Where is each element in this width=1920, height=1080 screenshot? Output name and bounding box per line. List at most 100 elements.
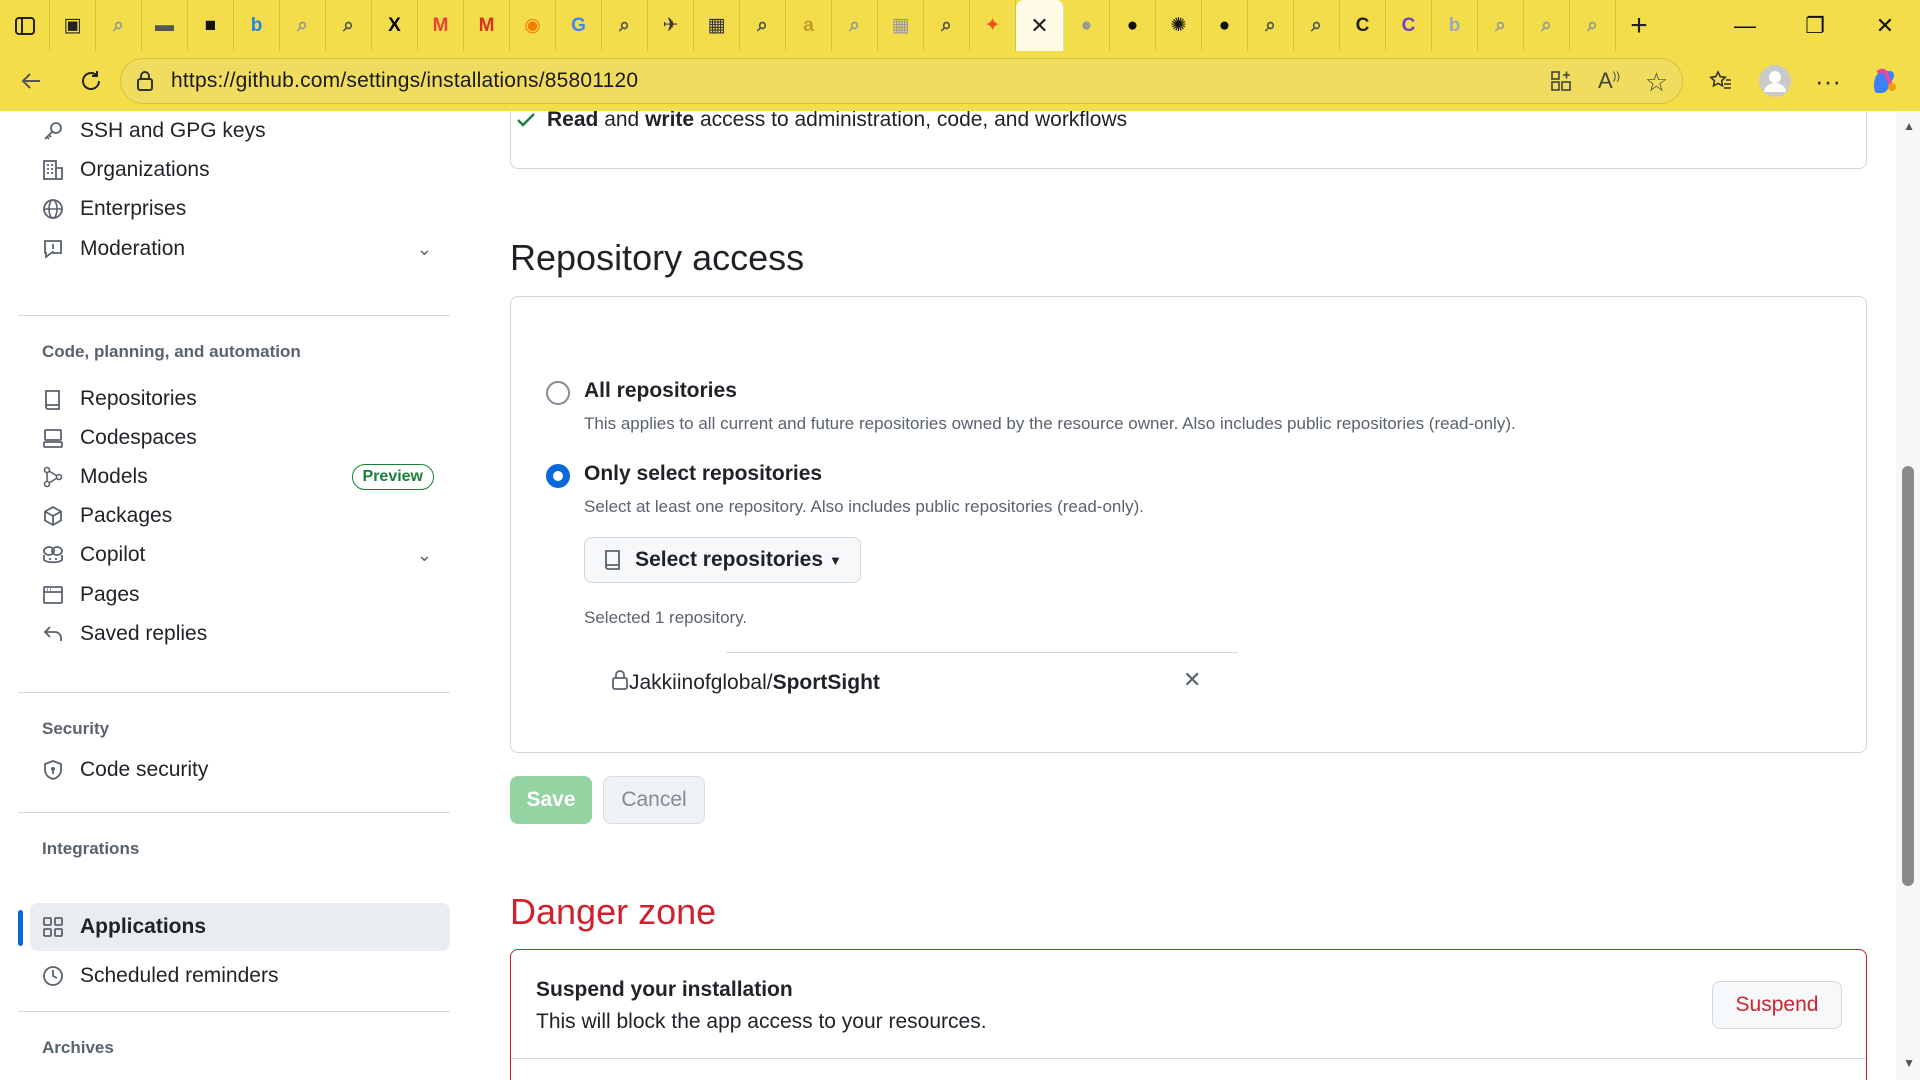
sidebar-item-packages[interactable]: Packages: [40, 494, 460, 538]
only-select-radio[interactable]: [546, 464, 570, 488]
section-heading-code: Code, planning, and automation: [42, 342, 301, 361]
key-icon: [40, 118, 66, 144]
sidebar-item-enterprises[interactable]: Enterprises: [40, 187, 460, 231]
copilot-sidebar-icon[interactable]: [1862, 59, 1906, 103]
divider: [511, 1058, 1866, 1059]
url-field[interactable]: https://github.com/settings/installation…: [120, 58, 1683, 104]
new-tab-button[interactable]: +: [1616, 0, 1662, 51]
sidebar-item-codespaces[interactable]: Codespaces: [40, 416, 460, 460]
browser-tab[interactable]: ■: [188, 0, 234, 51]
browser-tab[interactable]: b: [234, 0, 280, 51]
browser-tab[interactable]: ●: [1110, 0, 1156, 51]
browser-tab[interactable]: ⌕: [924, 0, 970, 51]
favorites-icon[interactable]: [1698, 59, 1742, 103]
browser-tab[interactable]: ●: [1064, 0, 1110, 51]
apps-icon[interactable]: [1550, 70, 1572, 97]
clock-icon: [40, 963, 66, 989]
lock-icon[interactable]: [135, 70, 155, 97]
sidebar-item-applications[interactable]: Applications: [30, 903, 450, 951]
copilot-app-icon: C: [1355, 14, 1370, 36]
browser-tab[interactable]: G: [556, 0, 602, 51]
sidebar-item-saved-replies[interactable]: Saved replies: [40, 612, 460, 656]
browser-tab[interactable]: C: [1386, 0, 1432, 51]
refresh-button[interactable]: [68, 58, 114, 104]
browser-tab[interactable]: ✺: [1156, 0, 1202, 51]
browser-tab[interactable]: ▣: [50, 0, 96, 51]
sidebar-item-repositories[interactable]: Repositories: [40, 377, 460, 421]
codespaces-icon: [40, 425, 66, 451]
permission-rest: access to administration, code, and work…: [699, 111, 1128, 131]
browser-tab[interactable]: ⌕: [602, 0, 648, 51]
browser-tab[interactable]: b: [1432, 0, 1478, 51]
sidebar-item-copilot[interactable]: Copilot ⌄: [40, 533, 460, 577]
close-window-button[interactable]: ✕: [1850, 0, 1920, 51]
browser-tab[interactable]: ⌕: [1294, 0, 1340, 51]
scrollbar-thumb[interactable]: [1902, 466, 1914, 886]
browser-tab[interactable]: ⌕: [1570, 0, 1616, 51]
sidebar-item-label: Repositories: [80, 387, 197, 410]
settings-sidebar: SSH and GPG keys Organizations Enterpris…: [18, 111, 458, 1080]
sidebar-item-label: SSH and GPG keys: [80, 119, 266, 142]
browser-tab[interactable]: ⌕: [1478, 0, 1524, 51]
browser-tab[interactable]: M: [464, 0, 510, 51]
select-repositories-button[interactable]: Select repositories ▼: [584, 537, 861, 583]
browser-tab[interactable]: ▦: [694, 0, 740, 51]
all-repositories-label[interactable]: All repositories: [584, 379, 737, 403]
chevron-down-icon[interactable]: ⌄: [417, 545, 432, 566]
browser-tab[interactable]: ●: [1202, 0, 1248, 51]
browser-tab[interactable]: X: [372, 0, 418, 51]
back-button[interactable]: [8, 58, 54, 104]
read-aloud-icon[interactable]: A)): [1598, 68, 1620, 94]
all-repositories-radio[interactable]: [546, 381, 570, 405]
cancel-button[interactable]: Cancel: [603, 776, 705, 824]
browser-tab[interactable]: ✦: [970, 0, 1016, 51]
sidebar-item-pages[interactable]: Pages: [40, 573, 460, 617]
sidebar-item-scheduled-reminders[interactable]: Scheduled reminders: [40, 954, 460, 998]
sidebar-item-moderation[interactable]: Moderation ⌄: [40, 227, 460, 271]
browser-tab[interactable]: ⌕: [280, 0, 326, 51]
browser-tab[interactable]: C: [1340, 0, 1386, 51]
browser-tab[interactable]: ⌕: [1524, 0, 1570, 51]
more-menu-icon[interactable]: ···: [1806, 59, 1850, 103]
browser-tab[interactable]: ◉: [510, 0, 556, 51]
sidebar-item-code-security[interactable]: Code security: [40, 748, 460, 792]
only-select-label[interactable]: Only select repositories: [584, 462, 822, 486]
browser-tab[interactable]: ⌕: [96, 0, 142, 51]
repo-name: SportSight: [772, 671, 880, 694]
scroll-up-icon[interactable]: ▲: [1903, 119, 1915, 133]
sidebar-item-models[interactable]: Models Preview: [40, 455, 460, 499]
browser-tab[interactable]: ⌕: [1248, 0, 1294, 51]
chevron-down-icon[interactable]: ⌄: [417, 239, 432, 260]
browser-tab[interactable]: a: [786, 0, 832, 51]
sidebar-item-organizations[interactable]: Organizations: [40, 148, 460, 192]
gmail-icon: M: [478, 14, 495, 36]
favorite-star-icon[interactable]: ☆: [1645, 67, 1668, 98]
search-icon: ⌕: [343, 14, 354, 36]
restore-button[interactable]: ❐: [1780, 0, 1850, 51]
profile-avatar[interactable]: [1753, 59, 1797, 103]
browser-tab[interactable]: ✈: [648, 0, 694, 51]
section-heading-security: Security: [42, 719, 110, 738]
browser-tab[interactable]: ▦: [878, 0, 924, 51]
preview-badge: Preview: [351, 464, 434, 490]
remove-repo-icon[interactable]: ✕: [1183, 667, 1201, 693]
browser-tab[interactable]: ⌕: [740, 0, 786, 51]
gmail-icon: M: [432, 14, 449, 36]
minimize-button[interactable]: —: [1710, 0, 1780, 51]
browser-tab[interactable]: M: [418, 0, 464, 51]
sidebar-item-ssh-gpg-keys[interactable]: SSH and GPG keys: [40, 111, 460, 153]
browser-tab[interactable]: ▬: [142, 0, 188, 51]
page-scrollbar[interactable]: ▲ ▼: [1896, 111, 1920, 1080]
tab-actions-icon[interactable]: [0, 0, 50, 51]
repo-icon: [40, 386, 66, 412]
scroll-down-icon[interactable]: ▼: [1903, 1056, 1915, 1070]
save-button[interactable]: Save: [510, 776, 592, 824]
active-tab[interactable]: ✕: [1016, 0, 1064, 51]
permissions-box: Read and write access to administration,…: [510, 111, 1867, 169]
url-text[interactable]: https://github.com/settings/installation…: [171, 69, 638, 93]
suspend-button[interactable]: Suspend: [1712, 981, 1842, 1029]
browser-tab[interactable]: ⌕: [326, 0, 372, 51]
browser-tab[interactable]: ⌕: [832, 0, 878, 51]
close-tab-icon[interactable]: ✕: [1030, 13, 1048, 39]
report-icon: [40, 236, 66, 262]
